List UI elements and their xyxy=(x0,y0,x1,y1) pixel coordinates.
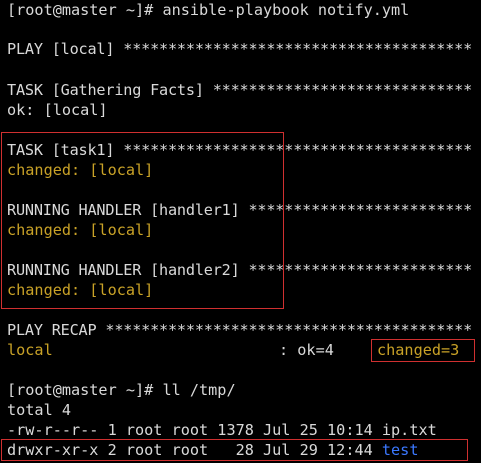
ls-row-test-details: drwxr-xr-x 2 root root 28 Jul 29 12:44 xyxy=(7,441,382,459)
play-recap-header: PLAY RECAP *****************************… xyxy=(7,321,473,339)
ls-row-test: drwxr-xr-x 2 root root 28 Jul 29 12:44 t… xyxy=(7,440,418,460)
task-task1-header: TASK [task1] ***************************… xyxy=(7,141,473,159)
recap-ok-count: : ok=4 xyxy=(279,341,334,359)
recap-host-name: local xyxy=(7,341,53,359)
directory-name-test: test xyxy=(381,441,419,459)
handler2-changed-output: changed: [local] xyxy=(7,281,154,299)
handler2-header: RUNNING HANDLER [handler2] *************… xyxy=(7,261,473,279)
task1-changed-output: changed: [local] xyxy=(7,161,154,179)
handler1-header: RUNNING HANDLER [handler1] *************… xyxy=(7,201,473,219)
ls-row-ip-txt: -rw-r--r-- 1 root root 1378 Jul 25 10:14… xyxy=(7,421,437,439)
terminal-window[interactable]: [root@master ~]# ansible-playbook notify… xyxy=(0,0,481,463)
ok-local-output: ok: [local] xyxy=(7,101,108,119)
ls-total: total 4 xyxy=(7,401,72,419)
play-header: PLAY [local] ***************************… xyxy=(7,40,473,58)
task-gathering-facts: TASK [Gathering Facts] *****************… xyxy=(7,81,473,99)
handler1-changed-output: changed: [local] xyxy=(7,221,154,239)
command-line-ansible: [root@master ~]# ansible-playbook notify… xyxy=(7,1,410,19)
recap-changed-count: changed=3 xyxy=(377,341,460,359)
command-line-ll: [root@master ~]# ll /tmp/ xyxy=(7,381,236,399)
